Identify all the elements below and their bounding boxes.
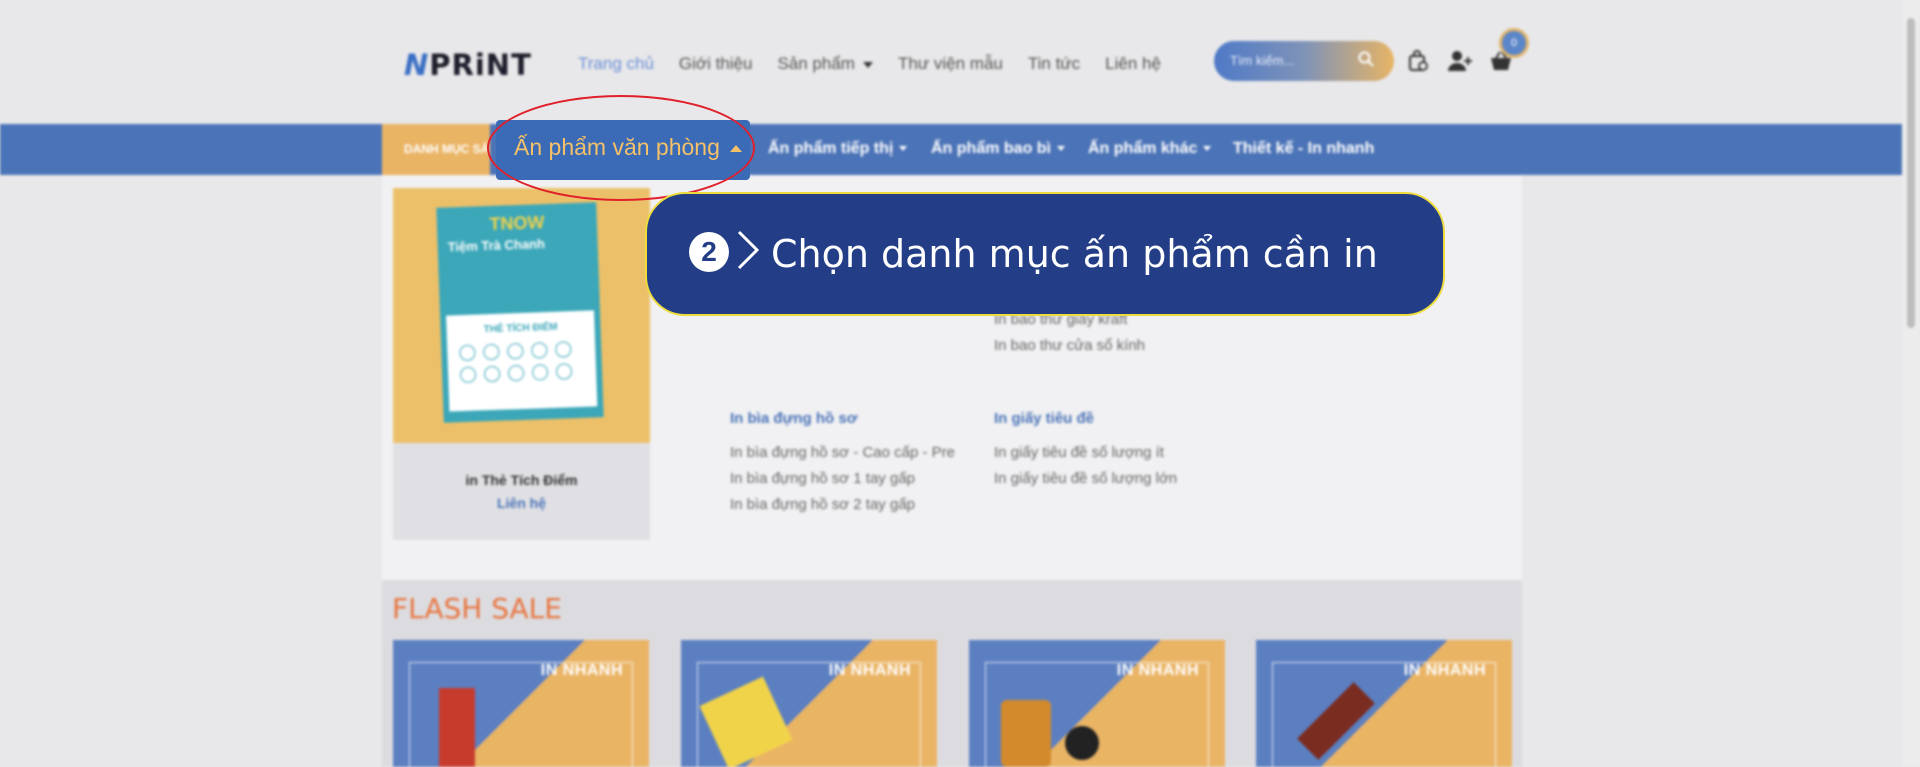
featured-product-contact-link[interactable]: Liên hệ: [393, 495, 650, 511]
category-marketing[interactable]: Ấn phẩm tiếp thị: [768, 140, 908, 158]
nav-news[interactable]: Tin tức: [1028, 54, 1080, 74]
submenu-item[interactable]: In bìa đựng hồ sơ 2 tay gấp: [730, 496, 915, 513]
callout-text: Chọn danh mục ấn phẩm cần in: [771, 232, 1378, 276]
chevron-down-icon: [1203, 146, 1212, 152]
nav-home[interactable]: Trang chủ: [578, 54, 654, 74]
search-icon[interactable]: [1358, 51, 1374, 72]
chevron-down-icon: [862, 61, 873, 68]
category-other[interactable]: Ấn phẩm khác: [1088, 140, 1212, 158]
category-packaging[interactable]: Ấn phẩm bao bì: [931, 140, 1065, 158]
chevron-down-icon: [1057, 146, 1065, 152]
site-logo[interactable]: NPRiNT: [404, 48, 532, 82]
search-input[interactable]: Tìm kiếm...: [1214, 41, 1394, 81]
submenu-heading-letterhead[interactable]: In giấy tiêu đề: [994, 410, 1094, 427]
nav-template-library[interactable]: Thư viện mẫu: [898, 54, 1003, 74]
search-placeholder: Tìm kiếm...: [1230, 53, 1295, 68]
flash-product-card[interactable]: IN NHANH: [1256, 640, 1512, 767]
category-design-quick-print[interactable]: Thiết kế - In nhanh: [1233, 140, 1374, 158]
nav-products[interactable]: Sản phẩm: [777, 54, 873, 74]
flash-product-card[interactable]: IN NHANH: [969, 640, 1225, 767]
step-number-badge: 2: [689, 232, 729, 272]
submenu-item[interactable]: In giấy tiêu đề số lượng ít: [994, 444, 1164, 461]
add-user-icon[interactable]: [1448, 50, 1472, 78]
chevron-down-icon: [899, 146, 908, 152]
tutorial-callout: 2 Chọn danh mục ấn phẩm cần in: [645, 192, 1445, 316]
featured-product-name[interactable]: in Thẻ Tích Điểm: [393, 472, 650, 488]
submenu-item[interactable]: In bìa đựng hồ sơ 1 tay gấp: [730, 470, 915, 487]
nav-contact[interactable]: Liên hệ: [1105, 54, 1161, 74]
submenu-heading-folder[interactable]: In bìa đựng hồ sơ: [730, 410, 857, 427]
scrollbar-thumb[interactable]: [1907, 18, 1915, 328]
submenu-item[interactable]: In bìa đựng hồ sơ - Cao cấp - Pre: [730, 444, 955, 461]
order-bag-icon[interactable]: [1407, 50, 1429, 78]
loyalty-card-mockup: TNOW Tiệm Trà Chanh THẺ TÍCH ĐIỂM: [436, 202, 604, 423]
nav-about[interactable]: Giới thiệu: [679, 54, 753, 74]
chevron-right-icon: [735, 228, 761, 281]
flash-product-card[interactable]: IN NHANH: [681, 640, 937, 767]
all-categories-button[interactable]: DANH MỤC SẢN PHẨM: [382, 124, 490, 175]
flash-sale-title: FLASH SALE: [392, 592, 562, 625]
submenu-item[interactable]: In giấy tiêu đề số lượng lớn: [994, 470, 1177, 487]
cart-count-badge: 0: [1502, 31, 1526, 55]
highlight-ring: [487, 95, 755, 201]
main-nav: Trang chủ Giới thiệu Sản phẩm Thư viện m…: [578, 54, 1161, 74]
submenu-item[interactable]: In bao thư cửa sổ kính: [994, 337, 1145, 354]
site-header: NPRiNT Trang chủ Giới thiệu Sản phẩm Thư…: [0, 0, 1920, 124]
flash-product-card[interactable]: IN NHANH: [393, 640, 649, 767]
